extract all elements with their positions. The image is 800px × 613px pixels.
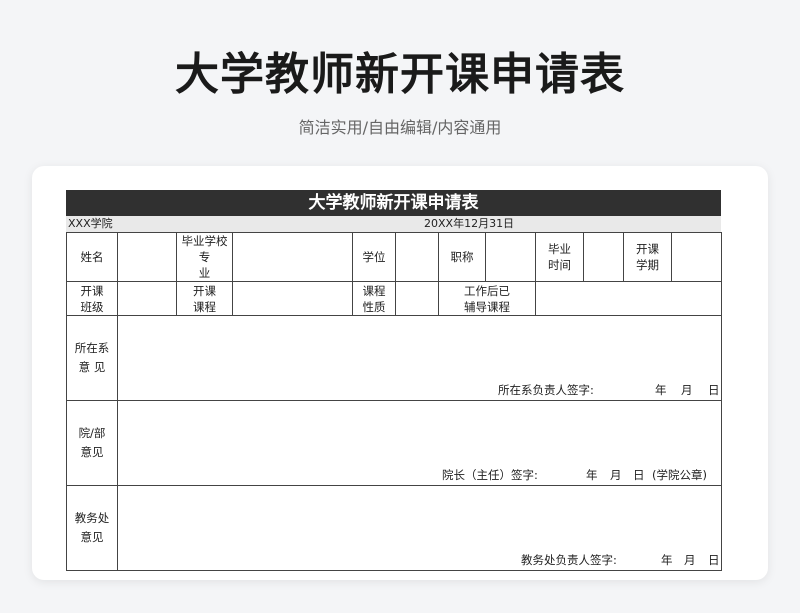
tutored-label-line1: 工作后已 — [464, 283, 510, 298]
form-info-row: XXX学院 20XX年12月31日 — [66, 216, 721, 232]
dept-opinion-area[interactable]: 所在系负责人签字: 年 月 日 — [117, 315, 722, 401]
office-sign-label: 教务处负责人签字: — [521, 553, 617, 567]
form-row-basic: 姓名 毕业学校 专 业 学位 职称 毕业 时间 开课 学期 — [66, 232, 722, 282]
class-label-line2: 班级 — [80, 299, 104, 314]
form-table: 姓名 毕业学校 专 业 学位 职称 毕业 时间 开课 学期 开课 班级 开课 课… — [66, 232, 722, 571]
degree-label: 学位 — [352, 232, 396, 282]
name-label: 姓名 — [66, 232, 118, 282]
college-sign-label: 院长（主任）签字: — [442, 468, 538, 482]
dept-sign-year: 年 — [655, 383, 667, 397]
college-opinion-label: 院/部 意见 — [66, 400, 118, 486]
tutored-course-cell[interactable] — [535, 281, 722, 316]
tutored-course-label: 工作后已 辅导课程 — [438, 281, 536, 316]
page-title: 大学教师新开课申请表 — [175, 49, 625, 100]
class-label-line1: 开课 — [80, 283, 104, 298]
course-cell[interactable] — [232, 281, 353, 316]
office-opinion-row: 教务处 意见 教务处负责人签字: 年 月 日 — [66, 485, 722, 571]
dept-opinion-row: 所在系 意 见 所在系负责人签字: 年 月 日 — [66, 315, 722, 401]
semester-label-line2: 学期 — [636, 258, 659, 272]
time-label: 时间 — [548, 258, 571, 272]
dept-sign-day: 日 — [708, 383, 720, 397]
college-opinion-label-line1: 院/部 — [78, 426, 106, 440]
tutored-label-line2: 辅导课程 — [464, 299, 510, 314]
college-sign-year: 年 — [586, 468, 598, 482]
school-major-cell[interactable] — [232, 232, 353, 282]
grad-label: 毕业 — [548, 242, 571, 256]
college-opinion-area[interactable]: 院长（主任）签字: 年 月 日 (学院公章) — [117, 400, 722, 486]
dept-opinion-label-line1: 所在系 — [74, 341, 110, 355]
semester-label: 开课 学期 — [623, 232, 672, 282]
semester-label-line1: 开课 — [636, 242, 659, 256]
class-label: 开课 班级 — [66, 281, 118, 316]
dept-sign-label: 所在系负责人签字: — [498, 383, 594, 397]
course-label-line2: 课程 — [193, 299, 216, 314]
grad-time-cell[interactable] — [583, 232, 624, 282]
major-label: 专 业 — [198, 250, 219, 280]
form-title: 大学教师新开课申请表 — [66, 190, 721, 216]
title-label: 职称 — [438, 232, 486, 282]
application-form: 大学教师新开课申请表 XXX学院 20XX年12月31日 姓名 毕业学校 专 业… — [66, 190, 722, 571]
office-sign-year: 年 — [661, 553, 673, 567]
school-major-label: 毕业学校 专 业 — [176, 232, 233, 282]
title-cell[interactable] — [485, 232, 536, 282]
nature-label: 课程 性质 — [352, 281, 396, 316]
department-name: XXX学院 — [68, 217, 113, 230]
class-cell[interactable] — [117, 281, 177, 316]
office-sign-month: 月 — [684, 553, 696, 567]
name-cell[interactable] — [117, 232, 177, 282]
office-opinion-area[interactable]: 教务处负责人签字: 年 月 日 — [117, 485, 722, 571]
college-opinion-row: 院/部 意见 院长（主任）签字: 年 月 日 (学院公章) — [66, 400, 722, 486]
dept-opinion-label-line2: 意 见 — [78, 360, 106, 374]
office-opinion-label-line1: 教务处 — [74, 511, 110, 525]
college-sign-month: 月 — [610, 468, 622, 482]
college-seal-note: (学院公章) — [652, 468, 707, 482]
college-sign-day: 日 — [633, 468, 645, 482]
college-opinion-label-line2: 意见 — [80, 445, 104, 459]
semester-cell[interactable] — [671, 232, 722, 282]
page-subtitle: 简洁实用/自由编辑/内容通用 — [298, 118, 502, 137]
office-sign-day: 日 — [708, 553, 720, 567]
degree-cell[interactable] — [395, 232, 439, 282]
preview-card: 大学教师新开课申请表 XXX学院 20XX年12月31日 姓名 毕业学校 专 业… — [32, 166, 768, 580]
form-date: 20XX年12月31日 — [424, 217, 515, 230]
nature-label-line1: 课程 — [362, 283, 386, 298]
nature-label-line2: 性质 — [362, 299, 386, 314]
course-label: 开课 课程 — [176, 281, 233, 316]
dept-opinion-label: 所在系 意 见 — [66, 315, 118, 401]
school-label: 毕业学校 — [181, 234, 228, 248]
dept-sign-month: 月 — [681, 383, 693, 397]
grad-time-label: 毕业 时间 — [535, 232, 584, 282]
form-row-course: 开课 班级 开课 课程 课程 性质 工作后已 辅导课程 — [66, 281, 722, 316]
office-opinion-label-line2: 意见 — [80, 530, 104, 544]
course-label-line1: 开课 — [193, 283, 216, 298]
nature-cell[interactable] — [395, 281, 439, 316]
office-opinion-label: 教务处 意见 — [66, 485, 118, 571]
